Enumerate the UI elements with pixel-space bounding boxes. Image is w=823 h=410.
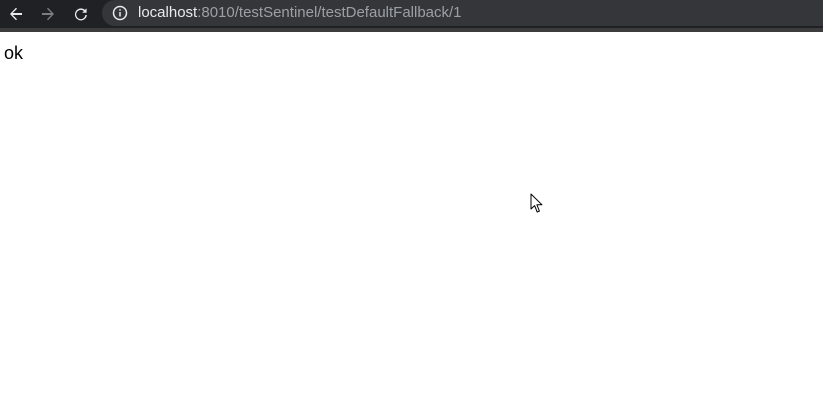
url-host: localhost — [138, 4, 198, 21]
arrow-right-icon — [42, 7, 54, 21]
response-text: ok — [4, 43, 24, 63]
forward-button[interactable] — [36, 2, 60, 26]
mouse-pointer-icon — [530, 193, 543, 213]
page-content: ok — [0, 32, 823, 410]
url-text[interactable]: localhost:8010/testSentinel/testDefaultF… — [138, 5, 462, 21]
arrow-left-icon — [10, 7, 22, 21]
back-button[interactable] — [4, 2, 28, 26]
info-icon[interactable] — [112, 5, 128, 21]
browser-toolbar: localhost:8010/testSentinel/testDefaultF… — [0, 0, 823, 32]
address-bar[interactable]: localhost:8010/testSentinel/testDefaultF… — [102, 0, 823, 26]
reload-icon — [74, 8, 87, 21]
url-path: :8010/testSentinel/testDefaultFallback/1 — [197, 4, 462, 21]
reload-button[interactable] — [69, 2, 93, 26]
